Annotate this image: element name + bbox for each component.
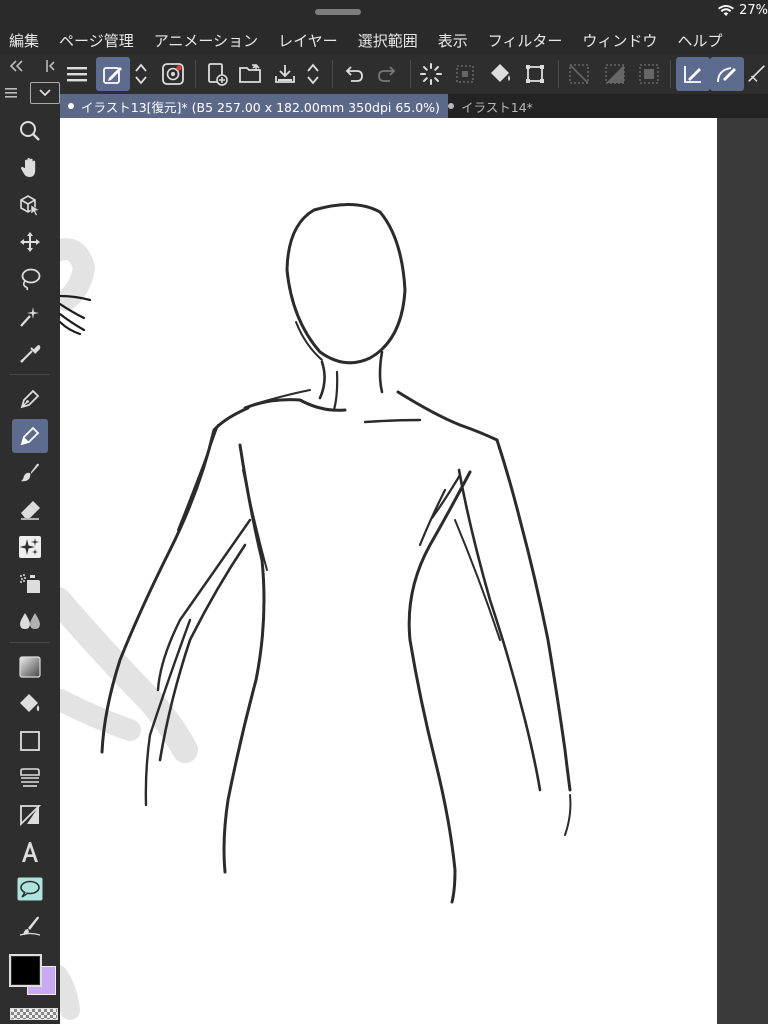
main-menu-bar: 編集 ページ管理 アニメーション レイヤー 選択範囲 表示 フィルター ウィンド… [0, 26, 768, 54]
separator [670, 60, 671, 88]
transparent-color-swatch[interactable] [10, 1008, 58, 1020]
sketch-drawing [60, 202, 572, 1020]
airbrush-icon[interactable] [12, 567, 48, 601]
pen-icon[interactable] [12, 382, 48, 416]
canvas-area[interactable] [60, 118, 768, 1024]
grey-guide-strokes [60, 238, 198, 1020]
hand-icon[interactable] [12, 151, 48, 185]
new-canvas-icon[interactable] [200, 57, 234, 91]
snap-tool-icon[interactable] [96, 57, 130, 91]
frame-icon[interactable] [12, 798, 48, 832]
canvas-paper[interactable] [60, 118, 717, 1024]
auto-select-icon[interactable] [12, 299, 48, 333]
menu-view[interactable]: 表示 [428, 30, 478, 51]
separator [195, 60, 196, 88]
swap-vertical-icon[interactable] [128, 57, 154, 91]
collapse-double-left-icon[interactable] [8, 58, 24, 77]
lasso-icon[interactable] [12, 262, 48, 296]
undo-icon[interactable] [337, 57, 371, 91]
tab-modified-dot [68, 103, 74, 109]
separator [410, 60, 411, 88]
tab-modified-dot [448, 103, 454, 109]
save-icon[interactable] [268, 57, 302, 91]
wifi-icon [718, 4, 735, 17]
separator [332, 60, 333, 88]
ruler-icon[interactable] [12, 761, 48, 795]
text-icon[interactable] [12, 835, 48, 869]
invert-selection-icon[interactable] [598, 57, 632, 91]
battery-percentage: 27% [739, 3, 768, 18]
separator [558, 60, 559, 88]
snap-grid-icon[interactable] [746, 57, 768, 91]
eraser-icon[interactable] [12, 493, 48, 527]
loading-spinner-icon[interactable] [414, 57, 448, 91]
balloon-icon[interactable] [12, 872, 48, 906]
tab-illust13[interactable]: イラスト13[復元]* (B5 257.00 x 182.00mm 350dpi… [60, 94, 448, 118]
tab-label: イラスト14* [461, 99, 533, 115]
document-tabs: イラスト13[復元]* (B5 257.00 x 182.00mm 350dpi… [60, 94, 768, 118]
menu-selection[interactable]: 選択範囲 [348, 30, 428, 51]
toolbar-header [0, 54, 60, 112]
snap-ruler-icon[interactable] [676, 57, 710, 91]
record-icon[interactable] [156, 57, 190, 91]
menu-help[interactable]: ヘルプ [667, 30, 732, 51]
hide-selection-icon[interactable] [562, 57, 596, 91]
menu-edit[interactable]: 編集 [0, 30, 49, 51]
blend-icon[interactable] [12, 604, 48, 638]
gradient-icon[interactable] [12, 650, 48, 684]
eyedropper-icon[interactable] [12, 336, 48, 370]
collapse-bar-icon[interactable] [44, 58, 56, 77]
pencil-icon[interactable] [12, 419, 48, 453]
status-bar: 27% [0, 0, 768, 26]
menu-page-management[interactable]: ページ管理 [49, 30, 144, 51]
snap-special-ruler-icon[interactable] [710, 57, 744, 91]
bounding-box-icon[interactable] [518, 57, 552, 91]
rectangle-icon[interactable] [12, 724, 48, 758]
move-layer-icon[interactable] [12, 225, 48, 259]
command-bar [0, 54, 768, 95]
menu-window[interactable]: ウィンドウ [572, 30, 667, 51]
sparkle-decoration-icon[interactable] [12, 530, 48, 564]
menu-filter[interactable]: フィルター [478, 30, 573, 51]
zoom-icon[interactable] [12, 114, 48, 148]
clear-selection-icon[interactable] [632, 57, 666, 91]
fill-bucket-icon[interactable] [484, 57, 518, 91]
transform-selection-icon[interactable] [448, 57, 482, 91]
menu-layer[interactable]: レイヤー [268, 30, 348, 51]
list-view-icon[interactable] [4, 84, 18, 103]
tab-label: イラスト13[復元]* (B5 257.00 x 182.00mm 350dpi… [81, 99, 440, 115]
fill-icon[interactable] [12, 687, 48, 721]
separator [10, 374, 50, 375]
object-select-icon[interactable] [12, 188, 48, 222]
menu-animation[interactable]: アニメーション [144, 30, 268, 51]
chevron-down-icon[interactable] [30, 82, 60, 104]
open-folder-icon[interactable] [234, 57, 268, 91]
correct-line-icon[interactable] [12, 909, 48, 943]
swap-vertical-icon[interactable] [300, 57, 326, 91]
figure-sketch-strokes [100, 202, 572, 904]
multitask-grabber[interactable] [315, 9, 361, 15]
redo-icon[interactable] [370, 57, 404, 91]
main-color-swatch[interactable] [9, 954, 42, 987]
menu-icon[interactable] [60, 57, 94, 91]
status-indicators: 27% [718, 3, 768, 18]
brush-icon[interactable] [12, 456, 48, 490]
tool-palette [0, 112, 60, 1024]
tab-illust14[interactable]: イラスト14* [440, 94, 541, 118]
separator [10, 642, 50, 643]
